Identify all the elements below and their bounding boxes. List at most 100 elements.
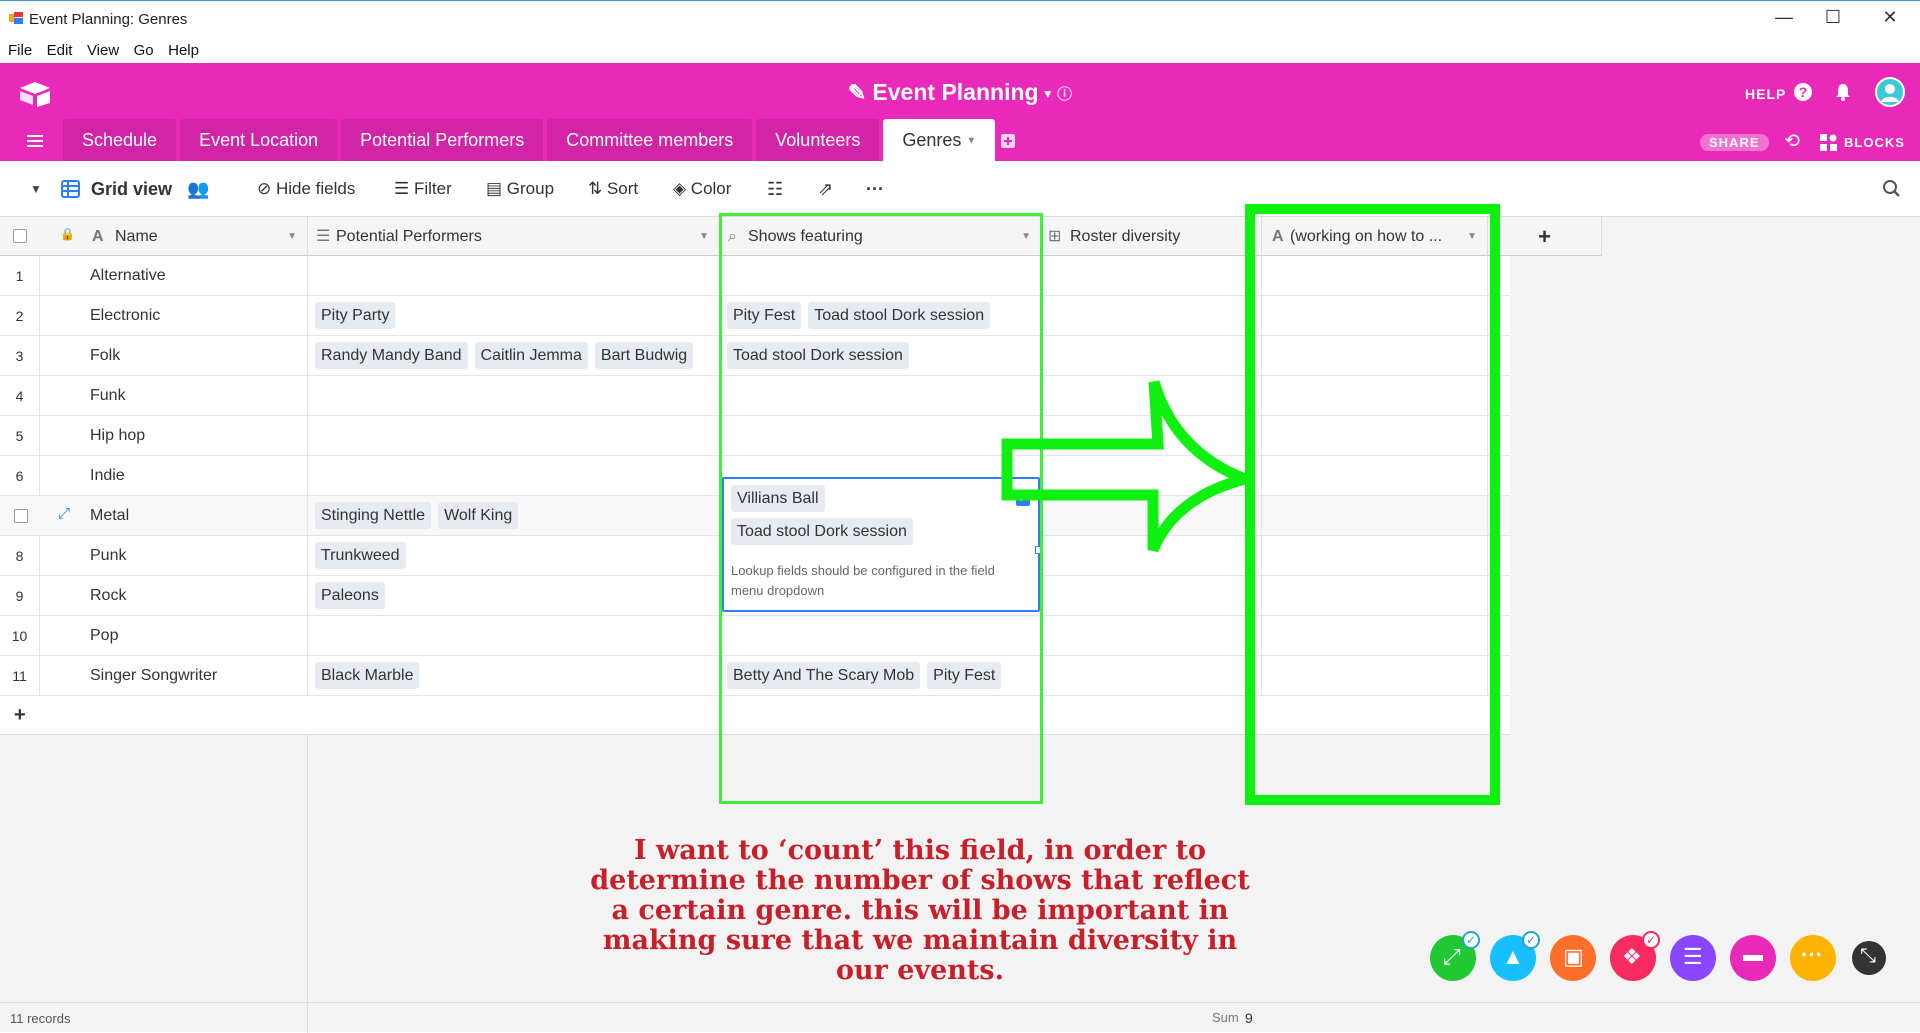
genre-name-cell[interactable]: Folk xyxy=(90,336,308,376)
genre-name-cell[interactable]: Indie xyxy=(90,456,308,496)
menu-go[interactable]: Go xyxy=(134,38,154,63)
performers-cell[interactable] xyxy=(308,416,720,456)
blocks-icon[interactable] xyxy=(1820,134,1837,151)
more-options-icon[interactable]: ··· xyxy=(866,161,884,217)
roster-cell[interactable] xyxy=(1042,656,1262,696)
add-table-icon[interactable] xyxy=(1000,133,1016,149)
performer-chip[interactable]: Caitlin Jemma xyxy=(474,342,588,369)
performer-chip[interactable]: Bart Budwig xyxy=(594,342,694,369)
roster-cell[interactable] xyxy=(1042,296,1262,336)
roster-cell[interactable] xyxy=(1042,336,1262,376)
row-height-icon[interactable]: ☷ xyxy=(767,161,783,217)
genre-name-cell[interactable]: Singer Songwriter xyxy=(90,656,308,696)
roster-cell[interactable] xyxy=(1042,256,1262,296)
history-icon[interactable]: ⟲ xyxy=(1784,130,1800,153)
blocks-button[interactable]: BLOCKS xyxy=(1844,135,1905,150)
fab-chat[interactable]: ▬ xyxy=(1730,935,1776,981)
fab-expand[interactable]: ⤢ ✓ xyxy=(1430,931,1480,981)
avatar[interactable] xyxy=(1875,77,1905,107)
fab-calendar[interactable]: ▣ xyxy=(1550,935,1596,981)
tab-event-location[interactable]: Event Location xyxy=(180,119,338,161)
maximize-button[interactable]: ☐ xyxy=(1821,7,1845,28)
svg-text:?: ? xyxy=(1799,84,1808,100)
genre-name-cell[interactable]: Hip hop xyxy=(90,416,308,456)
sum-label[interactable]: Sum xyxy=(1212,1010,1239,1025)
tab-genres[interactable]: Genres ▼ xyxy=(883,119,996,161)
genre-name-cell[interactable]: Punk xyxy=(90,536,308,576)
performer-chip[interactable]: Randy Mandy Band xyxy=(315,342,468,369)
color-button[interactable]: ◈ Color xyxy=(673,161,731,217)
roster-cell[interactable] xyxy=(1042,616,1262,656)
genre-name-cell[interactable]: Funk xyxy=(90,376,308,416)
column-header-roster[interactable]: ⊞ Roster diversity xyxy=(1042,217,1262,256)
minimize-button[interactable]: — xyxy=(1772,7,1796,28)
performers-cell[interactable] xyxy=(308,456,720,496)
search-icon[interactable] xyxy=(1882,179,1901,198)
column-header-performers[interactable]: ☰ Potential Performers ▼ xyxy=(308,217,720,256)
view-name[interactable]: Grid view xyxy=(91,161,172,217)
close-button[interactable]: ✕ xyxy=(1878,7,1902,28)
performers-cell[interactable]: Trunkweed xyxy=(308,536,720,576)
row-checkbox[interactable] xyxy=(14,509,28,523)
row-number: 2 xyxy=(0,296,40,336)
performer-chip[interactable]: Stinging Nettle xyxy=(315,502,432,529)
menu-view[interactable]: View xyxy=(87,38,119,63)
info-icon[interactable]: ⓘ xyxy=(1057,86,1072,103)
share-view-icon[interactable]: ⇗ xyxy=(818,161,833,217)
roster-cell[interactable] xyxy=(1042,576,1262,616)
chevron-down-icon[interactable]: ▼ xyxy=(287,217,297,256)
tab-committee-members[interactable]: Committee members xyxy=(547,119,753,161)
genre-name-cell[interactable]: Electronic xyxy=(90,296,308,336)
views-toggle-icon[interactable]: ▼ xyxy=(30,161,42,217)
window-title: Event Planning: Genres xyxy=(29,11,188,28)
genre-name-cell[interactable]: Metal xyxy=(90,496,308,536)
expand-record-icon[interactable]: ⤢ xyxy=(58,505,70,522)
tab-schedule[interactable]: Schedule xyxy=(63,119,177,161)
base-title-container[interactable]: ✎ Event Planning ▼ ⓘ xyxy=(0,79,1920,106)
menu-help[interactable]: Help xyxy=(168,38,199,63)
add-record-icon[interactable]: + xyxy=(14,704,26,727)
select-all-checkbox[interactable] xyxy=(13,229,27,243)
performer-chip[interactable]: Trunkweed xyxy=(315,542,406,569)
help-link[interactable]: HELP xyxy=(1745,86,1786,102)
hide-fields-button[interactable]: ⊘ Hide fields xyxy=(257,161,355,217)
chevron-down-icon[interactable]: ▼ xyxy=(699,217,709,256)
sort-button[interactable]: ⇅ Sort xyxy=(588,161,638,217)
expand-icon: ⤢ xyxy=(1443,944,1461,969)
performers-cell[interactable] xyxy=(308,376,720,416)
menu-file[interactable]: File xyxy=(8,38,32,63)
menu-edit[interactable]: Edit xyxy=(47,38,73,63)
performers-cell[interactable]: Stinging Nettle Wolf King xyxy=(308,496,720,536)
fab-collapse[interactable]: ⤡ xyxy=(1852,941,1886,975)
performer-chip[interactable]: Black Marble xyxy=(315,662,420,689)
fab-list[interactable]: ☰ xyxy=(1670,935,1716,981)
fab-apps[interactable]: ❖ ✓ xyxy=(1610,931,1660,981)
column-header-name[interactable]: A Name ▼ xyxy=(86,217,308,256)
performers-cell[interactable]: Paleons xyxy=(308,576,720,616)
add-field-button[interactable]: + xyxy=(1488,217,1602,256)
genre-name-cell[interactable]: Alternative xyxy=(90,256,308,296)
genre-name-cell[interactable]: Pop xyxy=(90,616,308,656)
performer-chip[interactable]: Paleons xyxy=(315,582,385,609)
collaborators-icon[interactable]: 👥 xyxy=(187,161,209,217)
chevron-down-icon[interactable]: ▼ xyxy=(966,135,976,146)
filter-button[interactable]: ☰ Filter xyxy=(394,161,452,217)
hamburger-menu-icon[interactable] xyxy=(27,134,43,148)
fab-more[interactable]: ··· xyxy=(1790,935,1836,981)
performers-cell[interactable] xyxy=(308,616,720,656)
genre-name-cell[interactable]: Rock xyxy=(90,576,308,616)
performer-chip[interactable]: Wolf King xyxy=(438,502,519,529)
performer-chip[interactable]: Pity Party xyxy=(315,302,396,329)
fab-shapes[interactable]: ▲ ✓ xyxy=(1490,931,1540,981)
performers-cell[interactable]: Pity Party xyxy=(308,296,720,336)
group-button[interactable]: ▤ Group xyxy=(486,161,554,217)
bell-icon[interactable] xyxy=(1834,82,1852,102)
tab-potential-performers[interactable]: Potential Performers xyxy=(341,119,544,161)
table-tabs: Schedule Event Location Potential Perfor… xyxy=(63,119,999,161)
performers-cell[interactable]: Black Marble xyxy=(308,656,720,696)
performers-cell[interactable]: Randy Mandy Band Caitlin Jemma Bart Budwig xyxy=(308,336,720,376)
question-icon[interactable]: ? xyxy=(1793,82,1813,102)
performers-cell[interactable] xyxy=(308,256,720,296)
tab-volunteers[interactable]: Volunteers xyxy=(756,119,880,161)
share-button[interactable]: SHARE xyxy=(1700,134,1769,151)
